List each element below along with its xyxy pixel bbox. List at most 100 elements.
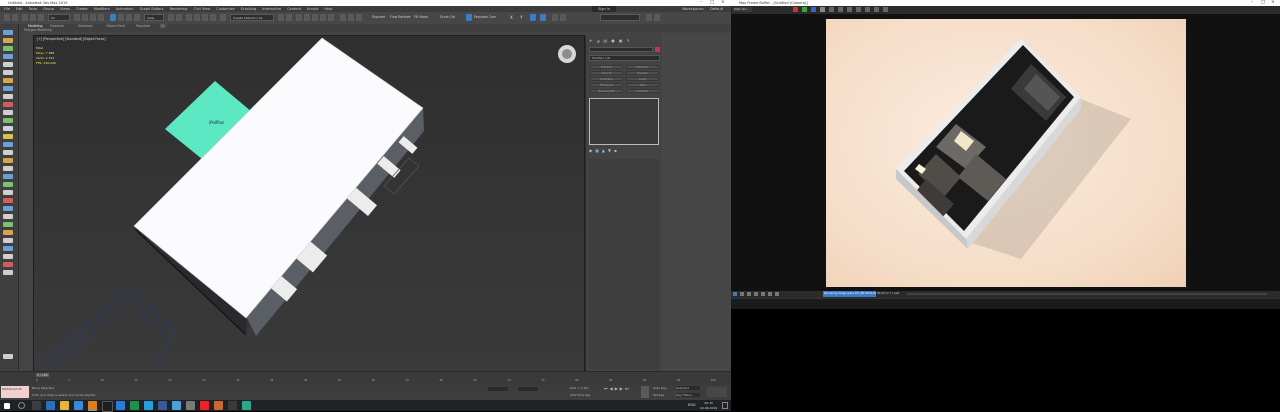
- tool-31-icon[interactable]: [3, 270, 13, 275]
- tool-19-icon[interactable]: [3, 174, 13, 179]
- viewport-nav-controls[interactable]: [707, 387, 727, 397]
- word-icon[interactable]: [116, 401, 125, 410]
- configure-sets-icon[interactable]: ▪: [614, 148, 617, 153]
- lens-icon[interactable]: [883, 7, 888, 12]
- tool-29-icon[interactable]: [3, 254, 13, 259]
- tool-1-icon[interactable]: [3, 30, 13, 35]
- tool-4-icon[interactable]: [3, 54, 13, 59]
- modifier-button[interactable]: Lathe: [626, 77, 659, 81]
- maxscript-listener[interactable]: MAXScript Mi: [1, 386, 29, 398]
- modifier-button[interactable]: Edit Poly: [590, 65, 623, 69]
- extra-tool-icon[interactable]: [552, 14, 558, 21]
- tool-8-icon[interactable]: [3, 86, 13, 91]
- zoom-icon[interactable]: [775, 292, 779, 296]
- extra-tool2-icon[interactable]: [560, 14, 566, 21]
- scale-label[interactable]: Scale Ctrl: [440, 15, 455, 19]
- tool-30-icon[interactable]: [3, 262, 13, 267]
- acrobat-icon[interactable]: [200, 401, 209, 410]
- tool-10-icon[interactable]: [3, 102, 13, 107]
- fill-mode-label[interactable]: Fill Mode: [414, 15, 428, 19]
- blue-channel-icon[interactable]: [811, 7, 816, 12]
- app2-icon[interactable]: [172, 401, 181, 410]
- modifier-button[interactable]: Edit Mesh: [626, 65, 659, 69]
- timeline[interactable]: 0 / 100 0 5 10 15 20 25 30 35 40 45 50 55 60 65 70 75 80…: [0, 371, 731, 386]
- selection-filter[interactable]: All: [48, 14, 70, 21]
- explorer-label[interactable]: Explorer: [372, 15, 385, 19]
- object-color-swatch[interactable]: [655, 47, 660, 52]
- ribbon-tab-populate[interactable]: Populate: [136, 24, 150, 28]
- axis-z-icon[interactable]: [530, 14, 536, 21]
- tool-17-icon[interactable]: [3, 158, 13, 163]
- tool-16-icon[interactable]: [3, 150, 13, 155]
- extra-tool3-icon[interactable]: [646, 14, 652, 21]
- notifications-icon[interactable]: [722, 402, 728, 409]
- undo-icon[interactable]: [4, 14, 10, 21]
- curve-editor-icon[interactable]: [312, 14, 318, 21]
- redo-icon[interactable]: [12, 14, 18, 21]
- hierarchy-tab-icon[interactable]: ▤: [603, 38, 607, 44]
- goto-end-icon[interactable]: ⏭: [625, 386, 629, 391]
- axis-x-icon[interactable]: X: [510, 15, 513, 20]
- layers-icon[interactable]: [296, 14, 302, 21]
- render-region-icon[interactable]: [733, 292, 737, 296]
- close-icon[interactable]: ×: [721, 0, 725, 5]
- add-time-tag[interactable]: Add Time Tag: [570, 393, 590, 397]
- tool-7-icon[interactable]: [3, 78, 13, 83]
- goto-start-icon[interactable]: ⏮: [604, 386, 608, 391]
- input-language[interactable]: ENG: [688, 403, 696, 407]
- modifier-button[interactable]: UVW Map: [626, 89, 659, 93]
- tool-14-icon[interactable]: [3, 134, 13, 139]
- key-filters-button[interactable]: Key Filters...: [676, 393, 700, 397]
- modifier-stack[interactable]: [589, 98, 659, 145]
- keyboard-shortcut-icon[interactable]: [176, 14, 182, 21]
- pivot-icon[interactable]: [168, 14, 174, 21]
- app4-icon[interactable]: [214, 401, 223, 410]
- create-tab-icon[interactable]: +: [589, 38, 592, 44]
- fb-close-icon[interactable]: ×: [1271, 0, 1275, 5]
- angle-snap-icon[interactable]: [194, 14, 200, 21]
- remove-modifier-icon[interactable]: ▼: [608, 148, 611, 153]
- modifier-button[interactable]: Extrude: [590, 71, 623, 75]
- set-key-big-icon[interactable]: [641, 386, 649, 398]
- set-key-button[interactable]: Set Key: [653, 393, 664, 397]
- ribbon-tab-freeform[interactable]: Freeform: [50, 24, 64, 28]
- motion-tab-icon[interactable]: ●: [611, 38, 615, 44]
- schematic-icon[interactable]: [320, 14, 326, 21]
- ribbon-tab-object-paint[interactable]: Object Paint: [106, 24, 125, 28]
- prev-frame-icon[interactable]: ◀: [610, 386, 613, 391]
- select-by-name-icon[interactable]: [82, 14, 88, 21]
- fb-maximize-icon[interactable]: □: [1261, 0, 1265, 5]
- tool-25-icon[interactable]: [3, 222, 13, 227]
- compare-icon[interactable]: [761, 292, 765, 296]
- app6-icon[interactable]: [242, 401, 251, 410]
- app5-icon[interactable]: [228, 401, 237, 410]
- 3dsmax-taskbar-icon[interactable]: [88, 401, 97, 411]
- tool-18-icon[interactable]: [3, 166, 13, 171]
- rendered-image[interactable]: [826, 19, 1186, 287]
- app3-icon[interactable]: [186, 401, 195, 410]
- pin-stack-icon[interactable]: ◆: [589, 148, 592, 153]
- modifier-button[interactable]: Turbosmooth: [590, 89, 623, 93]
- clock[interactable]: 20:15 10.06.2019: [700, 401, 717, 410]
- utilities-tab-icon[interactable]: ✎: [627, 38, 630, 44]
- stereo-icon[interactable]: [754, 292, 758, 296]
- red-channel-icon[interactable]: [793, 7, 798, 12]
- lock-icon[interactable]: [768, 292, 772, 296]
- excel-icon[interactable]: [130, 401, 139, 410]
- next-frame-icon[interactable]: ▶: [620, 386, 623, 391]
- track-mouse-icon[interactable]: [740, 292, 744, 296]
- tool-12-icon[interactable]: [3, 118, 13, 123]
- graphite-icon[interactable]: [304, 14, 310, 21]
- render-setup-icon[interactable]: [340, 14, 346, 21]
- selected-select[interactable]: Selected: [676, 386, 700, 390]
- save-image-icon[interactable]: [838, 7, 843, 12]
- populate-toggle-icon[interactable]: [466, 14, 472, 21]
- show-corrections-icon[interactable]: [747, 292, 751, 296]
- maximize-icon[interactable]: □: [710, 0, 714, 5]
- tool-28-icon[interactable]: [3, 246, 13, 251]
- flow-retimer-label[interactable]: Flow Retimer: [390, 15, 411, 19]
- placement-icon[interactable]: [134, 14, 140, 21]
- clone-icon[interactable]: [847, 7, 852, 12]
- edge-icon[interactable]: [46, 401, 55, 410]
- green-channel-icon[interactable]: [802, 7, 807, 12]
